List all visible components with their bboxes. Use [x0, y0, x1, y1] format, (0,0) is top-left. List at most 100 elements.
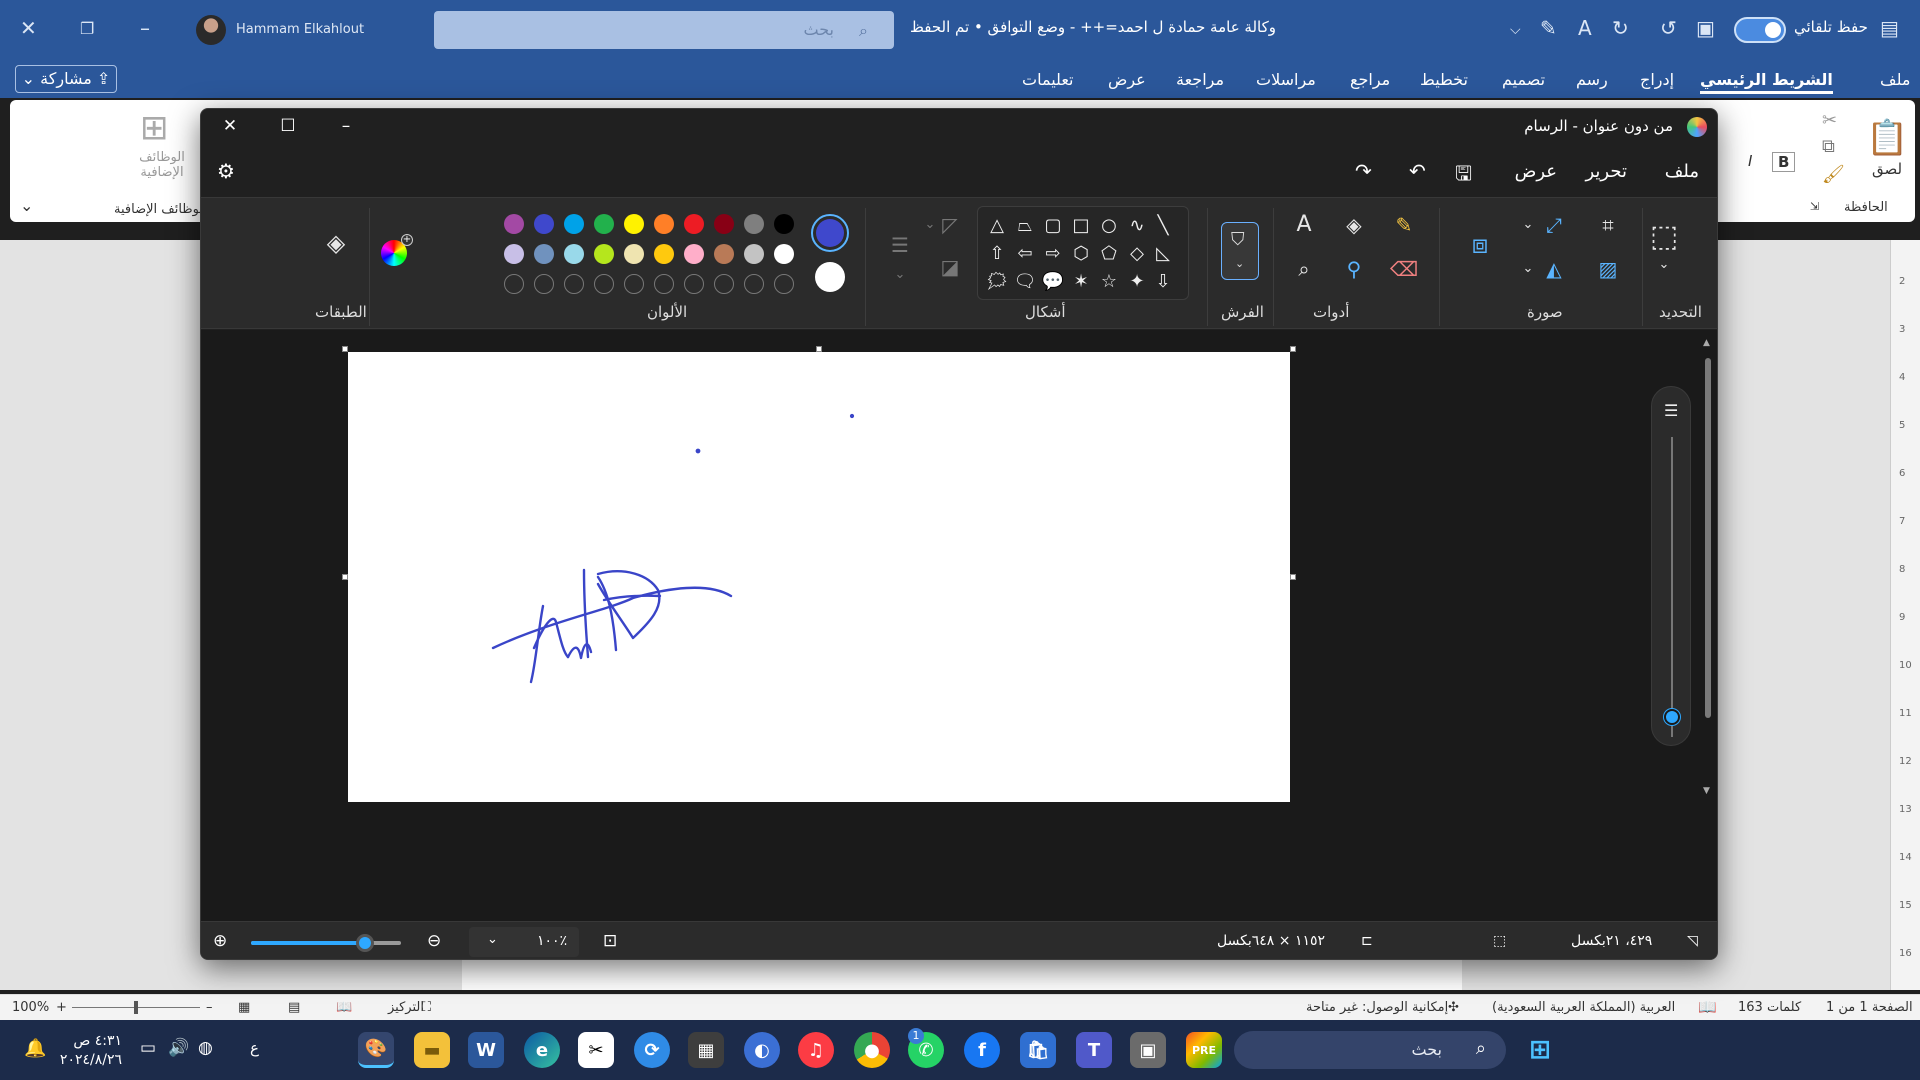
- page-count[interactable]: الصفحة 1 من 1: [1826, 1000, 1913, 1015]
- shape-fill-icon[interactable]: ◪: [933, 250, 967, 284]
- color-swatch[interactable]: [714, 244, 734, 264]
- color-swatch[interactable]: [624, 244, 644, 264]
- minimize-icon[interactable]: –: [331, 113, 361, 139]
- polygon-shape[interactable]: ⏢: [1012, 213, 1038, 239]
- triangle-shape[interactable]: △: [984, 213, 1010, 239]
- menu-edit[interactable]: تحرير: [1585, 161, 1627, 182]
- scrollbar-thumb[interactable]: [1705, 358, 1711, 718]
- tab-mailings[interactable]: مراسلات: [1256, 70, 1316, 89]
- chrome-icon[interactable]: ●: [854, 1032, 890, 1068]
- share-button[interactable]: ⌄ مشاركة ⇪: [15, 65, 117, 93]
- thickness-dropdown-icon[interactable]: ⌄: [883, 258, 917, 292]
- edge-icon[interactable]: e: [524, 1032, 560, 1068]
- network-icon[interactable]: ◍: [198, 1038, 213, 1058]
- color-swatch[interactable]: [654, 244, 674, 264]
- clock[interactable]: ٤:٣١ ص ٢٠٢٤/٨/٢٦: [52, 1032, 122, 1070]
- zoom-slider[interactable]: [251, 934, 401, 952]
- notification-bell-icon[interactable]: 🔔: [24, 1038, 46, 1059]
- capcut-icon[interactable]: ✂: [578, 1032, 614, 1068]
- pencil-icon[interactable]: ✎: [1387, 208, 1421, 242]
- itunes-icon[interactable]: ♫: [798, 1032, 834, 1068]
- custom-color-slot[interactable]: [744, 274, 764, 294]
- teams-icon[interactable]: T: [1076, 1032, 1112, 1068]
- color-swatch[interactable]: [534, 244, 554, 264]
- eraser-icon[interactable]: ⌫: [1387, 252, 1421, 286]
- tab-file[interactable]: ملف: [1880, 70, 1910, 89]
- redo-icon[interactable]: ↻: [1612, 16, 1629, 40]
- color-swatch[interactable]: [774, 244, 794, 264]
- word-zoom-slider[interactable]: [72, 1001, 200, 1014]
- zoom-out-icon[interactable]: ⊖: [427, 931, 441, 951]
- file-explorer-icon[interactable]: ▬: [414, 1032, 450, 1068]
- document-title[interactable]: وكالة عامة حمادة ل احمد=++ - وضع التوافق…: [910, 18, 1276, 36]
- drawing-canvas[interactable]: [348, 352, 1290, 802]
- redo-icon[interactable]: ↷: [1355, 159, 1372, 183]
- color-swatch[interactable]: [534, 214, 554, 234]
- stroke-size-track[interactable]: [1671, 437, 1673, 737]
- right-arrow-shape[interactable]: ⇨: [1040, 241, 1066, 267]
- tab-insert[interactable]: إدراج: [1640, 70, 1674, 89]
- proofing-icon[interactable]: 📖: [1698, 998, 1717, 1016]
- zoom-in-icon[interactable]: +: [56, 1000, 67, 1015]
- outline-dropdown-icon[interactable]: ⌄: [913, 208, 947, 242]
- up-arrow-shape[interactable]: ⇧: [984, 241, 1010, 267]
- color-swatch[interactable]: [654, 214, 674, 234]
- color-swatch[interactable]: [564, 244, 584, 264]
- settings-gear-icon[interactable]: ⚙: [217, 159, 235, 183]
- undo-icon[interactable]: ↶: [1409, 159, 1426, 183]
- menu-view[interactable]: عرض: [1515, 161, 1557, 182]
- edit-icon[interactable]: ✎: [1540, 16, 1557, 40]
- stroke-size-thumb[interactable]: [1664, 709, 1680, 725]
- custom-color-slot[interactable]: [534, 274, 554, 294]
- flip-dropdown-icon[interactable]: ⌄: [1511, 252, 1545, 286]
- tab-home[interactable]: الشريط الرئيسي: [1700, 70, 1833, 94]
- resize-handle[interactable]: [1290, 346, 1296, 352]
- tab-design[interactable]: تصميم: [1502, 70, 1545, 89]
- tab-layout[interactable]: تخطيط: [1420, 70, 1468, 89]
- line-thickness-icon[interactable]: ☰: [883, 228, 917, 262]
- powerpoint-pre-icon[interactable]: PRE: [1186, 1032, 1222, 1068]
- custom-color-slot[interactable]: [654, 274, 674, 294]
- minimize-icon[interactable]: –: [140, 16, 150, 40]
- custom-color-slot[interactable]: [594, 274, 614, 294]
- close-icon[interactable]: ✕: [215, 113, 245, 139]
- custom-color-slot[interactable]: [624, 274, 644, 294]
- photos-icon[interactable]: ◐: [744, 1032, 780, 1068]
- focus-mode[interactable]: التركيز: [388, 1000, 424, 1015]
- addins-button-label[interactable]: الوظائف الإضافية: [132, 150, 192, 180]
- custom-color-slot[interactable]: [714, 274, 734, 294]
- brushes-button[interactable]: ⛉ ⌄: [1221, 222, 1259, 280]
- color-picker-icon[interactable]: ⚲: [1337, 252, 1371, 286]
- zoom-level-dropdown[interactable]: ⌄ ١٠٠٪: [469, 927, 579, 957]
- tab-view[interactable]: عرض: [1108, 70, 1146, 89]
- right-triangle-shape[interactable]: ◺: [1150, 241, 1176, 267]
- store-icon[interactable]: 🛍: [1020, 1032, 1056, 1068]
- color-swatch[interactable]: [564, 214, 584, 234]
- image-generator-icon[interactable]: ⧈: [1463, 228, 1497, 262]
- word-count[interactable]: 163 كلمات: [1738, 1000, 1801, 1015]
- customize-qat-icon[interactable]: ⌵: [1510, 22, 1521, 38]
- color-swatch[interactable]: [504, 244, 524, 264]
- paste-icon[interactable]: 📋: [1866, 118, 1908, 158]
- color-swatch[interactable]: [744, 244, 764, 264]
- image-properties-icon[interactable]: ▨: [1591, 252, 1625, 286]
- zoom-slider-thumb[interactable]: [356, 934, 374, 952]
- resize-handle[interactable]: [1290, 574, 1296, 580]
- start-button[interactable]: ⊞: [1522, 1032, 1558, 1068]
- primary-color-button[interactable]: [811, 214, 849, 252]
- custom-color-slot[interactable]: [564, 274, 584, 294]
- five-point-star-shape[interactable]: ☆: [1096, 269, 1122, 295]
- scroll-down-icon[interactable]: ▼: [1703, 786, 1710, 796]
- avatar[interactable]: [196, 15, 226, 45]
- format-painter-icon[interactable]: 🖌: [1822, 164, 1845, 185]
- word-zoom-level[interactable]: 100%: [12, 1000, 49, 1015]
- taskbar-search[interactable]: بحث ⌕: [1234, 1031, 1506, 1069]
- accessibility-status[interactable]: إمكانية الوصول: غير متاحة: [1306, 1000, 1448, 1015]
- color-swatch[interactable]: [594, 244, 614, 264]
- undo-icon[interactable]: ↺: [1660, 16, 1677, 40]
- layers-icon[interactable]: ◈: [319, 226, 353, 260]
- color-swatch[interactable]: [624, 214, 644, 234]
- fill-bucket-icon[interactable]: ◈: [1337, 208, 1371, 242]
- rectangle-shape[interactable]: □: [1068, 213, 1094, 239]
- collapse-ribbon-icon[interactable]: ⌄: [20, 196, 33, 215]
